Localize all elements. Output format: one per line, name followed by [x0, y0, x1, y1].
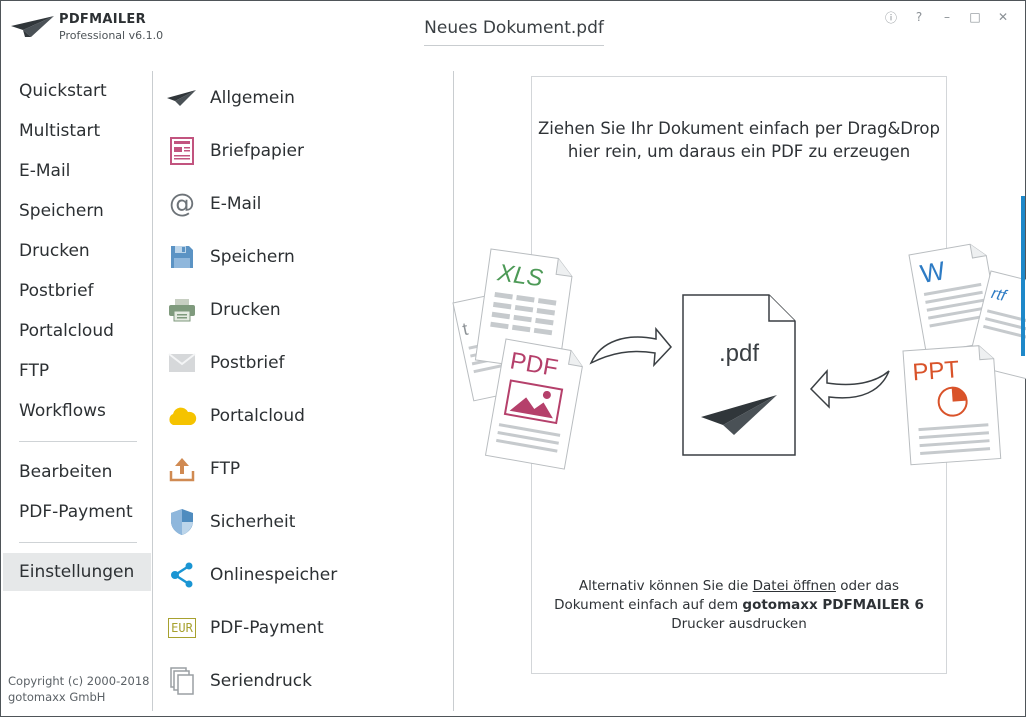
share-icon: [167, 560, 197, 590]
settings-item-allgemein[interactable]: Allgemein: [153, 71, 451, 124]
app-window: PDFMAILER Professional v6.1.0 Neues Doku…: [0, 0, 1026, 717]
envelope-icon: [167, 348, 197, 378]
hint-line: Alternativ können Sie die Datei öffnen o…: [532, 577, 946, 596]
floppy-disk-icon: [167, 242, 197, 272]
nav-item-pdf-payment[interactable]: PDF-Payment: [3, 492, 151, 532]
settings-item-label: Briefpapier: [210, 140, 304, 161]
hint-text: oder das: [835, 578, 900, 594]
center-pdf-document-icon: .pdf: [682, 294, 796, 456]
settings-item-ftp[interactable]: FTP: [153, 442, 451, 495]
info-icon[interactable]: ⓘ: [877, 8, 905, 26]
settings-item-postbrief[interactable]: Postbrief: [153, 336, 451, 389]
hint-text: Dokument einfach auf dem: [554, 597, 743, 613]
app-edition: Professional v6.1.0: [59, 29, 164, 42]
printer-icon: [167, 295, 197, 325]
settings-item-label: PDF-Payment: [210, 617, 324, 638]
main-navigation: Quickstart Multistart E-Mail Speichern D…: [3, 71, 151, 591]
hint-line: Drucker ausdrucken: [671, 616, 807, 632]
ppt-label: PPT: [912, 356, 961, 386]
nav-item-workflows[interactable]: Workflows: [3, 391, 151, 431]
hint-text: Alternativ können Sie die: [578, 578, 753, 594]
letterhead-icon: [167, 136, 197, 166]
nav-item-email[interactable]: E-Mail: [3, 151, 151, 191]
nav-item-speichern[interactable]: Speichern: [3, 191, 151, 231]
settings-item-label: Drucken: [210, 299, 281, 320]
copyright-line: Copyright (c) 2000-2018: [8, 674, 150, 688]
nav-item-bearbeiten[interactable]: Bearbeiten: [3, 452, 151, 492]
close-button[interactable]: ✕: [989, 8, 1017, 26]
settings-item-label: Sicherheit: [210, 511, 296, 532]
documents-stack-icon: [167, 666, 197, 696]
copyright: Copyright (c) 2000-2018 gotomaxx GmbH: [8, 673, 149, 705]
app-name: PDFMAILER: [59, 12, 146, 27]
minimize-button[interactable]: –: [933, 8, 961, 26]
nav-item-drucken[interactable]: Drucken: [3, 231, 151, 271]
hint-line: Dokument einfach auf dem gotomaxx PDFMAI…: [532, 596, 946, 615]
nav-item-ftp[interactable]: FTP: [3, 351, 151, 391]
nav-divider: [19, 542, 137, 543]
nav-item-einstellungen[interactable]: Einstellungen: [3, 553, 151, 591]
maximize-button[interactable]: □: [961, 8, 989, 26]
shield-icon: [167, 507, 197, 537]
settings-item-label: Postbrief: [210, 352, 285, 373]
printer-name: gotomaxx PDFMAILER 6: [742, 597, 924, 613]
cloud-icon: [167, 401, 197, 431]
settings-item-portalcloud[interactable]: Portalcloud: [153, 389, 451, 442]
paper-plane-icon: [167, 83, 197, 113]
company-name: gotomaxx GmbH: [8, 690, 106, 704]
nav-divider: [19, 441, 137, 442]
scroll-indicator: [1021, 196, 1025, 356]
settings-item-sicherheit[interactable]: Sicherheit: [153, 495, 451, 548]
settings-item-speichern[interactable]: Speichern: [153, 230, 451, 283]
drop-zone-hint: Alternativ können Sie die Datei öffnen o…: [532, 577, 946, 634]
nav-item-postbrief[interactable]: Postbrief: [3, 271, 151, 311]
headline-line: Ziehen Sie Ihr Dokument einfach per Drag…: [537, 119, 941, 138]
paper-plane-logo-icon: [11, 16, 54, 37]
upload-icon: [167, 454, 197, 484]
nav-item-quickstart[interactable]: Quickstart: [3, 71, 151, 111]
settings-item-pdf-payment[interactable]: EUR PDF-Payment: [153, 601, 451, 654]
help-icon[interactable]: ?: [905, 8, 933, 26]
settings-item-seriendruck[interactable]: Seriendruck: [153, 654, 451, 707]
ppt-document-icon: PPT: [902, 345, 1002, 466]
settings-item-label: Onlinespeicher: [210, 564, 338, 585]
document-title[interactable]: Neues Dokument.pdf: [424, 15, 604, 46]
nav-item-portalcloud[interactable]: Portalcloud: [3, 311, 151, 351]
settings-list: Allgemein Briefpapier @ E-Mail Speichern…: [153, 71, 451, 707]
window-controls: ⓘ ? – □ ✕: [877, 8, 1017, 26]
settings-item-label: Portalcloud: [210, 405, 305, 426]
settings-item-onlinespeicher[interactable]: Onlinespeicher: [153, 548, 451, 601]
center-pdf-label: .pdf: [719, 340, 759, 367]
open-file-link[interactable]: Datei öffnen: [753, 578, 836, 594]
settings-item-drucken[interactable]: Drucken: [153, 283, 451, 336]
settings-item-briefpapier[interactable]: Briefpapier: [153, 124, 451, 177]
settings-item-label: Speichern: [210, 246, 295, 267]
nav-item-multistart[interactable]: Multistart: [3, 111, 151, 151]
eur-icon: EUR: [167, 613, 197, 643]
arrow-right-icon: [589, 326, 673, 368]
at-sign-icon: @: [169, 188, 195, 219]
drag-drop-illustration: t XLS PDF .pdf W rtf PPT: [452, 243, 1026, 470]
headline-line: hier rein, um daraus ein PDF zu erzeugen: [567, 142, 911, 161]
settings-item-email[interactable]: @ E-Mail: [153, 177, 451, 230]
settings-item-label: Seriendruck: [210, 670, 312, 691]
drop-zone-headline: Ziehen Sie Ihr Dokument einfach per Drag…: [532, 117, 946, 163]
settings-item-label: E-Mail: [210, 193, 262, 214]
settings-item-label: Allgemein: [210, 87, 295, 108]
arrow-left-icon: [809, 369, 890, 409]
settings-item-label: FTP: [210, 458, 241, 479]
